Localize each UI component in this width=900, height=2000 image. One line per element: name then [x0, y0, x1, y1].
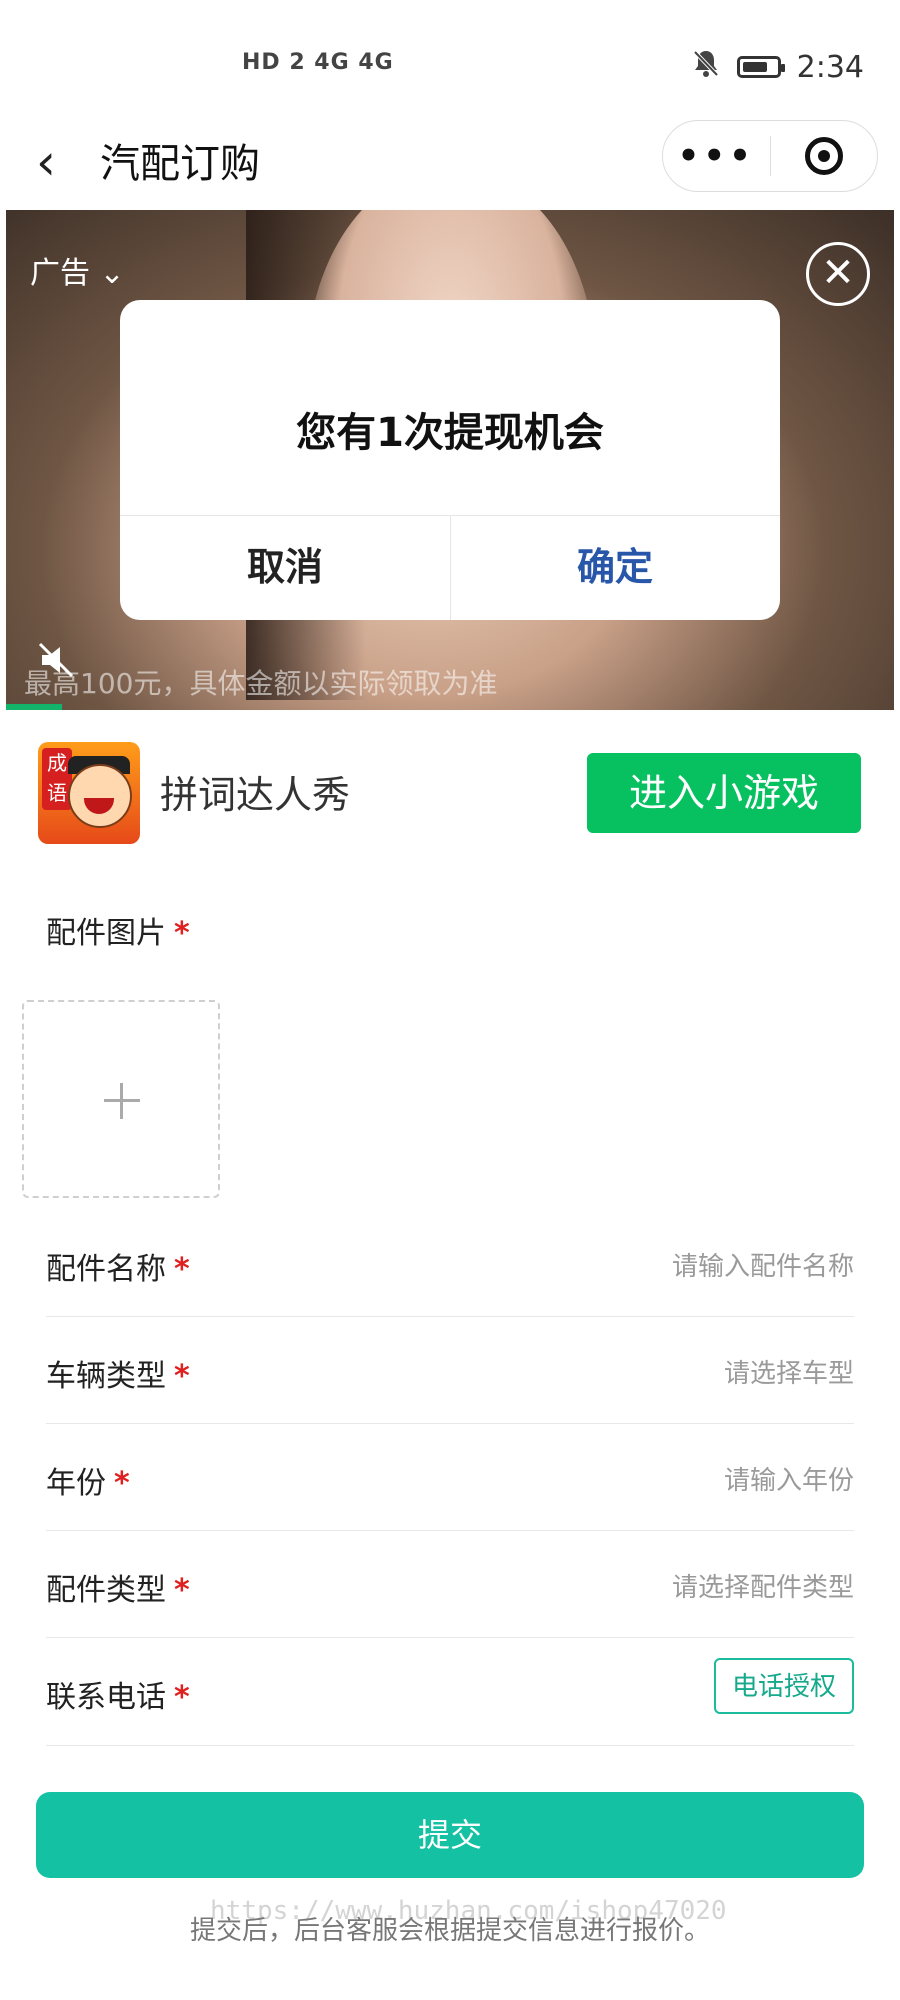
- upload-photo-button[interactable]: [22, 1000, 220, 1198]
- page-title: 汽配订购: [100, 141, 260, 187]
- battery-icon: [736, 56, 785, 78]
- clock: 2:34: [796, 49, 864, 85]
- divider: [46, 1745, 854, 1746]
- ad-label[interactable]: 广告 ⌄: [30, 248, 125, 292]
- status-bar: HD 2 4G 4G 2:34: [0, 0, 900, 120]
- vehicle-type-field[interactable]: 车辆类型 * 请选择车型: [46, 1317, 854, 1424]
- year-input[interactable]: 请输入年份: [724, 1460, 854, 1497]
- ad-close-icon[interactable]: ✕: [806, 242, 870, 306]
- submit-footnote: 提交后，后台客服会根据提交信息进行报价。: [189, 1916, 710, 1946]
- withdraw-dialog: 您有1次提现机会 取消 确定: [120, 300, 780, 620]
- game-name: 拼词达人秀: [160, 773, 351, 817]
- close-miniprogram-button[interactable]: [771, 137, 878, 175]
- required-mark: *: [174, 916, 190, 951]
- game-app-icon[interactable]: 成语: [38, 742, 140, 844]
- photo-label: 配件图片 *: [46, 916, 190, 951]
- more-dots-icon[interactable]: •••: [663, 136, 770, 176]
- status-right: 2:34: [691, 48, 864, 86]
- submit-button[interactable]: 提交: [36, 1792, 864, 1878]
- navigation-bar: ‹ 汽配订购 •••: [0, 120, 900, 208]
- ad-caption: 最高100元，具体金额以实际领取为准: [24, 667, 498, 700]
- bell-muted-icon: [691, 48, 721, 86]
- target-circle-icon: [804, 137, 843, 175]
- chevron-left-icon[interactable]: ‹: [36, 136, 76, 192]
- part-name-input[interactable]: 请输入配件名称: [672, 1246, 854, 1283]
- part-type-select[interactable]: 请选择配件类型: [672, 1567, 854, 1604]
- vehicle-type-select[interactable]: 请选择车型: [724, 1353, 854, 1390]
- dialog-message: 您有1次提现机会: [296, 410, 604, 456]
- enter-game-button[interactable]: 进入小游戏: [587, 753, 861, 833]
- ad-progress-bar: [6, 704, 62, 710]
- miniprogram-capsule: •••: [662, 120, 878, 192]
- part-name-field[interactable]: 配件名称 * 请输入配件名称: [46, 1210, 854, 1317]
- network-indicator: HD 2 4G 4G: [242, 50, 394, 75]
- year-field[interactable]: 年份 * 请输入年份: [46, 1424, 854, 1531]
- cancel-button[interactable]: 取消: [120, 515, 450, 620]
- part-type-field[interactable]: 配件类型 * 请选择配件类型: [46, 1531, 854, 1638]
- phone-field: 联系电话 * 电话授权: [46, 1638, 854, 1745]
- confirm-button[interactable]: 确定: [450, 515, 780, 620]
- chevron-down-icon: ⌄: [99, 256, 125, 291]
- phone-authorize-button[interactable]: 电话授权: [714, 1658, 854, 1714]
